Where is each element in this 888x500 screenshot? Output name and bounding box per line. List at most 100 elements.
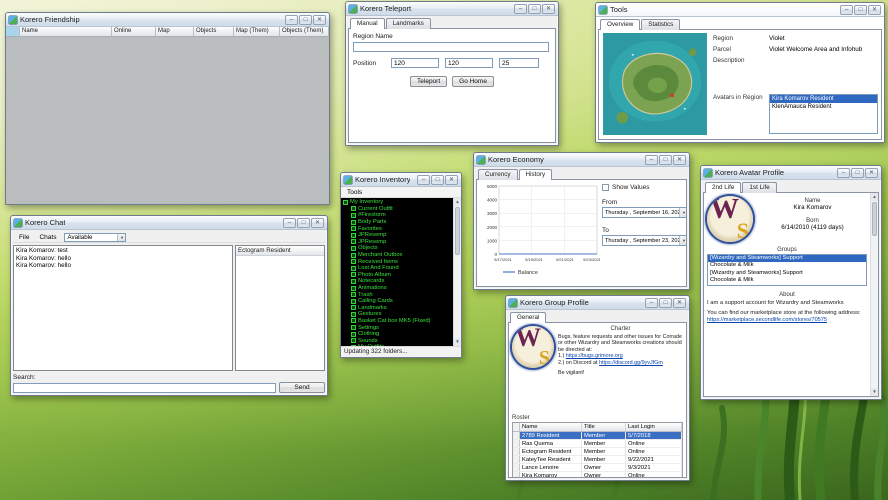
minimize-button[interactable]: – (283, 217, 296, 228)
inventory-folder[interactable]: Clothing (351, 331, 452, 338)
teleport-button[interactable]: Teleport (410, 76, 448, 87)
inventory-folder[interactable]: Photo Album (351, 272, 452, 279)
inventory-folder[interactable]: Gestures (351, 311, 452, 318)
region-map[interactable] (602, 33, 708, 135)
maximize-button[interactable]: □ (297, 217, 310, 228)
titlebar[interactable]: Korero Teleport – □ ✕ (346, 2, 558, 16)
avatars-list[interactable]: Kira Komarov Resident KlenAmauca Residen… (769, 94, 878, 134)
roster-row[interactable]: 2789 Resident Member 5/7/2018 (513, 432, 682, 440)
scroll-up-arrow-icon[interactable]: ▲ (454, 198, 461, 206)
inventory-folder[interactable]: My Outfits (351, 344, 452, 346)
inventory-folder[interactable]: Basket Cat box MK5 (Fixed) (351, 318, 452, 325)
inventory-folder[interactable]: Favorites (351, 225, 452, 232)
column-header-name[interactable]: Name (520, 423, 582, 432)
roster-row[interactable]: Ectogram Resident Member Online (513, 448, 682, 456)
close-button[interactable]: ✕ (673, 154, 686, 165)
dropdown-arrow-icon[interactable]: ▾ (679, 208, 686, 217)
roster-row[interactable]: Ras Quema Member Online (513, 440, 682, 448)
from-date-picker[interactable]: Thursday , September 16, 2021 ▾ (602, 207, 686, 218)
scrollbar-thumb[interactable] (455, 207, 460, 255)
tab-2nd-life[interactable]: 2nd Life (705, 182, 742, 193)
tab-general[interactable]: General (510, 312, 547, 323)
close-button[interactable]: ✕ (445, 174, 458, 185)
scroll-up-arrow-icon[interactable]: ▲ (871, 193, 878, 201)
marketplace-link[interactable]: https://marketplace.secondlife.com/store… (707, 317, 827, 323)
menu-file[interactable]: File (14, 233, 34, 242)
inventory-folder[interactable]: Received Items (351, 258, 452, 265)
discord-link[interactable]: https://discord.gg/9yvJfGm (599, 360, 663, 366)
roster-row[interactable]: KateyTee Resident Member 9/22/2021 (513, 456, 682, 464)
show-values-checkbox[interactable] (602, 184, 609, 191)
tab-1st-life[interactable]: 1st Life (742, 182, 777, 193)
dropdown-arrow-icon[interactable]: ▾ (679, 236, 686, 245)
send-button[interactable]: Send (279, 382, 325, 393)
group-item[interactable]: Chocolate & Milk (708, 262, 866, 269)
row-selector-header[interactable] (513, 423, 520, 432)
close-button[interactable]: ✕ (865, 167, 878, 178)
scroll-down-arrow-icon[interactable]: ▼ (871, 388, 878, 396)
titlebar[interactable]: Korero Economy – □ ✕ (474, 153, 689, 167)
column-header-title[interactable]: Title (582, 423, 626, 432)
inventory-tree[interactable]: My Inventory Current Outfit #Firestorm B… (341, 198, 461, 346)
position-y-input[interactable] (445, 58, 493, 68)
maximize-button[interactable]: □ (659, 297, 672, 308)
tab-history[interactable]: History (518, 169, 553, 180)
column-header-online[interactable]: Online (112, 27, 156, 37)
minimize-button[interactable]: – (840, 4, 853, 15)
inventory-folder[interactable]: #Firestorm (351, 212, 452, 219)
inventory-folder[interactable]: Animations (351, 285, 452, 292)
close-button[interactable]: ✕ (542, 3, 555, 14)
avatar-list-item[interactable]: KlenAmauca Resident (770, 103, 877, 111)
maximize-button[interactable]: □ (851, 167, 864, 178)
close-button[interactable]: ✕ (311, 217, 324, 228)
column-header-objects-them[interactable]: Objects (Them) (280, 27, 329, 37)
tab-landmarks[interactable]: Landmarks (385, 18, 431, 29)
maximize-button[interactable]: □ (659, 154, 672, 165)
close-button[interactable]: ✕ (868, 4, 881, 15)
close-button[interactable]: ✕ (313, 14, 326, 25)
column-header-map-them[interactable]: Map (Them) (234, 27, 280, 37)
tab-currency[interactable]: Currency (478, 169, 518, 180)
inventory-folder[interactable]: Sounds (351, 337, 452, 344)
chat-input[interactable] (13, 382, 276, 393)
scrollbar-thumb[interactable] (872, 202, 877, 236)
profile-scrollbar[interactable]: ▲ ▼ (870, 193, 878, 396)
inventory-folder[interactable]: Current Outfit (351, 206, 452, 213)
to-date-picker[interactable]: Thursday , September 23, 2021 ▾ (602, 235, 686, 246)
maximize-button[interactable]: □ (299, 14, 312, 25)
minimize-button[interactable]: – (285, 14, 298, 25)
titlebar[interactable]: Korero Friendship – □ ✕ (6, 13, 329, 27)
column-header-name[interactable]: Name (20, 27, 112, 37)
inventory-folder[interactable]: Settings (351, 324, 452, 331)
roster-list-body[interactable] (236, 256, 324, 370)
tab-statistics[interactable]: Statistics (641, 19, 681, 30)
minimize-button[interactable]: – (514, 3, 527, 14)
status-combobox[interactable]: Available ▾ (64, 232, 127, 242)
inventory-folder[interactable]: Lost And Found (351, 265, 452, 272)
tab-overview[interactable]: Overview (600, 19, 641, 30)
row-selector-header[interactable] (6, 27, 20, 37)
inventory-folder[interactable]: My Inventory (343, 199, 452, 206)
inventory-folder[interactable]: Landmarks (351, 305, 452, 312)
minimize-button[interactable]: – (417, 174, 430, 185)
menu-chats[interactable]: Chats (34, 233, 61, 242)
chat-message-list[interactable]: Kira Komarov: test Kira Komarov: hello K… (13, 245, 233, 371)
inventory-folder[interactable]: Merchant Outbox (351, 252, 452, 259)
titlebar[interactable]: Korero Chat – □ ✕ (11, 216, 327, 230)
position-z-input[interactable] (499, 58, 539, 68)
column-header-last-login[interactable]: Last Login (626, 423, 682, 432)
inventory-folder[interactable]: Calling Cards (351, 298, 452, 305)
maximize-button[interactable]: □ (854, 4, 867, 15)
groups-list[interactable]: [Wizardry and Steamworks] Support Chocol… (707, 254, 867, 286)
region-name-input[interactable] (353, 42, 549, 52)
inventory-folder[interactable]: Trash (351, 291, 452, 298)
group-item[interactable]: Chocolate & Milk (708, 277, 866, 284)
scroll-down-arrow-icon[interactable]: ▼ (454, 338, 461, 346)
titlebar[interactable]: Tools – □ ✕ (596, 3, 884, 17)
go-home-button[interactable]: Go Home (452, 76, 494, 87)
minimize-button[interactable]: – (645, 154, 658, 165)
close-button[interactable]: ✕ (673, 297, 686, 308)
minimize-button[interactable]: – (837, 167, 850, 178)
maximize-button[interactable]: □ (431, 174, 444, 185)
inventory-folder[interactable]: Objects (351, 245, 452, 252)
